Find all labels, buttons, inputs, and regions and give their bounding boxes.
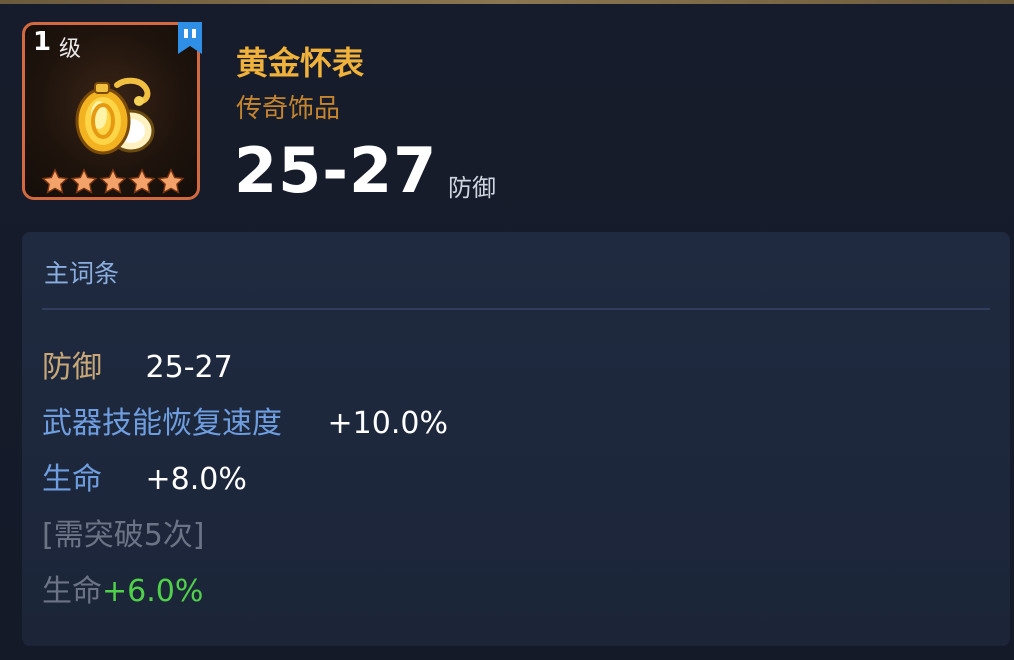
panel-title: 主词条 (44, 259, 120, 288)
attribute-label: 防御 (42, 350, 102, 385)
attribute-value: +10.0% (327, 406, 448, 441)
locked-requirement-text: [需突破5次] (42, 518, 205, 553)
attribute-row-defense: 防御 25-27 (42, 342, 233, 386)
item-type: 传奇饰品 (236, 94, 341, 124)
attribute-value: 25-27 (145, 350, 233, 385)
star-icon (41, 168, 69, 194)
attribute-label: 生命 (42, 574, 102, 609)
locked-requirement: [需突破5次] (42, 510, 205, 554)
main-stat-unit: 防御 (448, 174, 496, 202)
attribute-row-skill-recovery: 武器技能恢复速度 +10.0% (42, 398, 448, 442)
item-level-unit: 级 (59, 37, 82, 62)
attributes-panel: 主词条 防御 25-27 武器技能恢复速度 +10.0% 生命 +8.0% [需… (22, 232, 1010, 646)
attribute-label: 武器技能恢复速度 (42, 406, 282, 441)
golden-pocket-watch-icon (75, 77, 155, 155)
attribute-row-life: 生命 +8.0% (42, 454, 247, 498)
star-icon (157, 168, 185, 194)
star-icon (99, 168, 127, 194)
attribute-value: +6.0% (102, 574, 204, 609)
item-icon-card[interactable]: 1 级 (22, 22, 200, 200)
star-icon (128, 168, 156, 194)
item-level-number: 1 (33, 27, 52, 57)
star-rating (41, 168, 187, 197)
item-name: 黄金怀表 (236, 44, 365, 82)
attribute-row-life-locked: 生命+6.0% (42, 566, 203, 610)
star-icon (70, 168, 98, 194)
main-stat-value: 25-27 (234, 134, 438, 207)
attribute-label: 生命 (42, 462, 102, 497)
bookmark-icon[interactable] (176, 20, 204, 56)
divider (42, 308, 990, 310)
attribute-value: +8.0% (145, 462, 247, 497)
